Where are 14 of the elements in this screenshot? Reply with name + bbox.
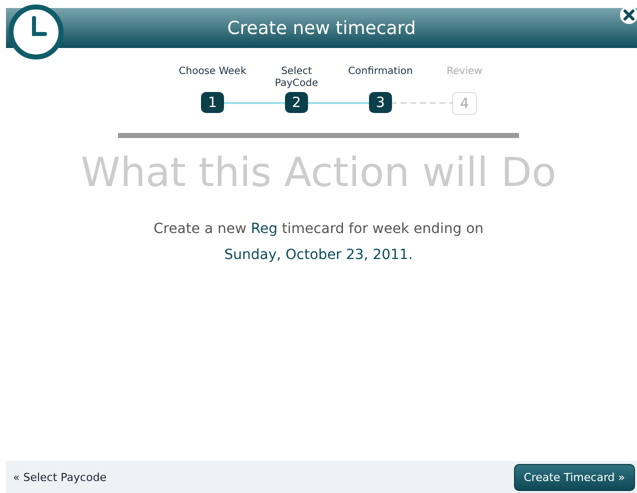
step-number: 2: [285, 92, 308, 113]
clock-icon: [8, 4, 64, 60]
window-title: Create new timecard: [227, 18, 416, 38]
close-icon[interactable]: [619, 5, 637, 25]
create-timecard-button[interactable]: Create Timecard »: [514, 464, 635, 490]
back-link[interactable]: « Select Paycode: [13, 470, 107, 484]
step-number: 3: [369, 92, 392, 113]
step-label: Confirmation: [347, 66, 414, 79]
step-number: 1: [201, 92, 224, 113]
summary-text: Create a new Reg timecard for week ending on Sunday, October 23, 2011.: [152, 220, 485, 265]
step-number: 4: [452, 92, 477, 115]
step-label: Review: [446, 66, 484, 79]
step-label: Choose Week: [178, 66, 248, 79]
step-label: Select PayCode: [274, 66, 320, 90]
